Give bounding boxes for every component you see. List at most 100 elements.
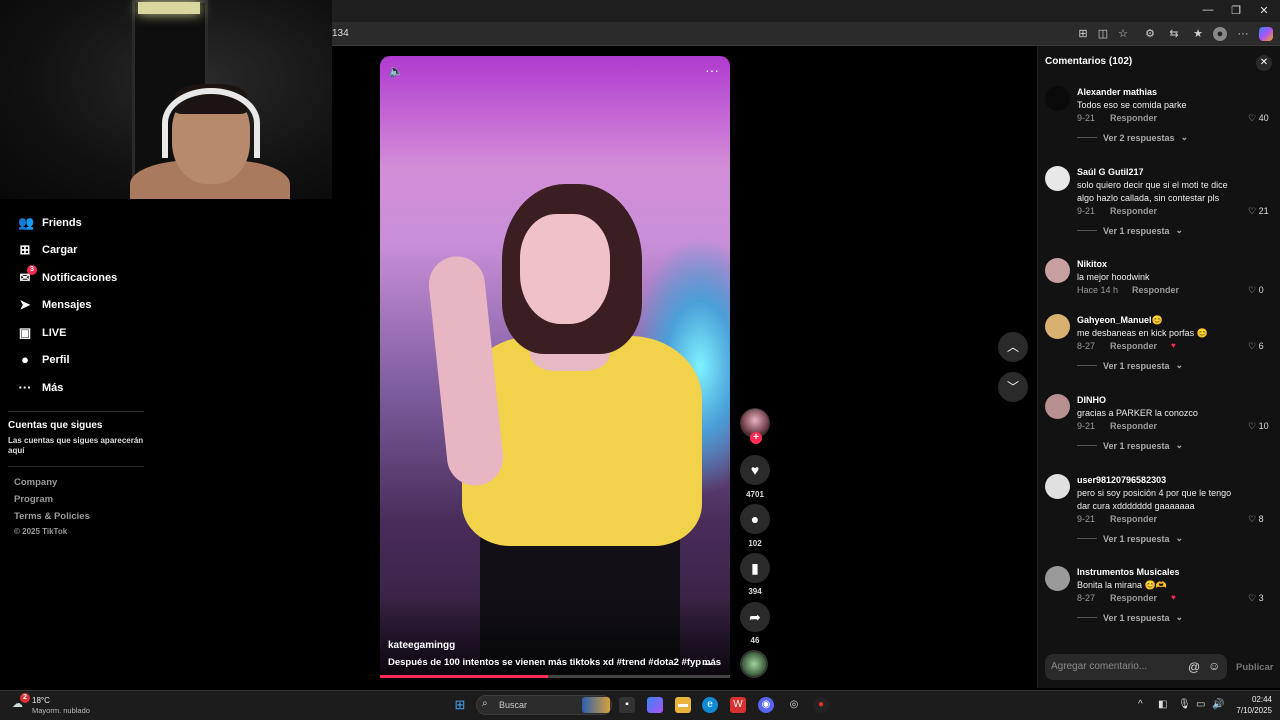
windows-start-icon[interactable]: ⊞ bbox=[452, 697, 468, 713]
favorites-icon[interactable]: ★ bbox=[1191, 27, 1205, 41]
comment-like[interactable]: ♡ 3 bbox=[1248, 593, 1278, 604]
reply-button[interactable]: Responder bbox=[1132, 285, 1179, 295]
copyright: © 2025 TikTok bbox=[14, 527, 68, 536]
comment-avatar[interactable] bbox=[1045, 394, 1070, 419]
discord-icon[interactable]: ◉ bbox=[758, 697, 774, 713]
mention-at-icon[interactable]: @ bbox=[1188, 660, 1200, 674]
sidebar-item-notificaciones[interactable]: ✉ 3 Notificaciones bbox=[18, 265, 117, 289]
comment-like[interactable]: ♡ 6 bbox=[1248, 341, 1278, 352]
comment-author[interactable]: Instrumentos Musicales bbox=[1077, 567, 1180, 577]
sidebar-item-mensajes[interactable]: ➤ Mensajes bbox=[18, 294, 92, 316]
task-view-icon[interactable]: ▪ bbox=[619, 697, 635, 713]
comment-bubble-icon[interactable]: ● bbox=[740, 504, 770, 534]
sidebar-item-cargar[interactable]: ⊞ Cargar bbox=[18, 239, 78, 261]
view-replies-toggle[interactable]: Ver 1 respuesta ⌄ bbox=[1077, 612, 1183, 623]
comment-avatar[interactable] bbox=[1045, 258, 1070, 283]
copilot-icon[interactable] bbox=[1259, 27, 1273, 41]
comment-avatar[interactable] bbox=[1045, 314, 1070, 339]
comment-author[interactable]: Alexander mathias bbox=[1077, 87, 1157, 97]
view-replies-toggle[interactable]: Ver 1 respuesta ⌄ bbox=[1077, 440, 1183, 451]
more-options-icon[interactable]: ··· bbox=[704, 62, 720, 78]
sidebar-item-m-s[interactable]: ··· Más bbox=[18, 377, 64, 399]
comment-avatar[interactable] bbox=[1045, 86, 1070, 111]
tray-app-icon[interactable]: ◧ bbox=[1158, 699, 1167, 710]
reply-button[interactable]: Responder bbox=[1110, 113, 1157, 123]
comment-text: Todos eso se comida parke bbox=[1077, 100, 1187, 110]
music-disc-icon[interactable] bbox=[740, 650, 768, 678]
caption-more-link[interactable]: más bbox=[702, 657, 721, 668]
bookmark-icon[interactable]: ▮ bbox=[740, 553, 770, 583]
previous-video-chevron-up-icon[interactable]: ︿ bbox=[998, 332, 1028, 362]
copilot-app-icon[interactable] bbox=[647, 697, 663, 713]
reply-button[interactable]: Responder bbox=[1110, 206, 1157, 216]
network-icon[interactable]: ▭ bbox=[1196, 699, 1205, 710]
sidebar-item-live[interactable]: ▣ LIVE bbox=[18, 322, 67, 344]
app-icon[interactable]: ● bbox=[813, 697, 829, 713]
view-replies-toggle[interactable]: Ver 1 respuesta ⌄ bbox=[1077, 225, 1183, 236]
clock-date[interactable]: 7/10/2025 bbox=[1222, 706, 1272, 715]
close-window-icon[interactable]: ✕ bbox=[1256, 4, 1272, 17]
video-player[interactable] bbox=[380, 56, 730, 678]
clock-time[interactable]: 02:44 bbox=[1232, 695, 1272, 704]
reply-button[interactable]: Responder bbox=[1110, 341, 1157, 351]
office-app-icon[interactable]: W bbox=[730, 697, 746, 713]
tray-chevron-up-icon[interactable]: ^ bbox=[1138, 699, 1143, 710]
file-explorer-icon[interactable]: ▬ bbox=[675, 697, 691, 713]
footer-link-program[interactable]: Program bbox=[14, 494, 53, 505]
weather-temperature[interactable]: 18°C bbox=[32, 696, 50, 705]
obs-icon[interactable]: ◎ bbox=[786, 697, 802, 713]
reply-button[interactable]: Responder bbox=[1110, 593, 1157, 603]
sidebar-item-friends[interactable]: 👥 Friends bbox=[18, 212, 82, 234]
comment-like[interactable]: ♡ 8 bbox=[1248, 514, 1278, 525]
footer-link-terms[interactable]: Terms & Policies bbox=[14, 511, 90, 522]
split-screen-icon[interactable]: ⇆ bbox=[1167, 27, 1181, 41]
reader-icon[interactable]: ◫ bbox=[1096, 27, 1110, 41]
comment-avatar[interactable] bbox=[1045, 474, 1070, 499]
comment-like[interactable]: ♡ 0 bbox=[1248, 285, 1278, 296]
comment-like-count: 21 bbox=[1258, 206, 1269, 216]
comment-like[interactable]: ♡ 21 bbox=[1248, 206, 1278, 217]
footer-link-company[interactable]: Company bbox=[14, 477, 57, 488]
minimize-icon[interactable]: — bbox=[1200, 4, 1216, 16]
view-replies-toggle[interactable]: Ver 2 respuestas ⌄ bbox=[1077, 132, 1188, 143]
comment-author[interactable]: Gahyeon_Manuel😊 bbox=[1077, 315, 1163, 326]
search-icon: ⌕ bbox=[482, 698, 488, 709]
publish-button[interactable]: Publicar bbox=[1236, 662, 1274, 673]
comment-date: 9-21 bbox=[1077, 113, 1096, 123]
video-author[interactable]: kateegamingg bbox=[388, 640, 455, 651]
browser-menu-icon[interactable]: ··· bbox=[1236, 27, 1250, 41]
follow-plus-icon[interactable]: + bbox=[750, 432, 762, 444]
reply-button[interactable]: Responder bbox=[1110, 421, 1157, 431]
share-arrow-icon[interactable]: ➦ bbox=[740, 602, 770, 632]
extensions-icon[interactable]: ⚙ bbox=[1143, 27, 1157, 41]
like-heart-icon[interactable]: ♥ bbox=[740, 455, 770, 485]
edge-browser-icon[interactable]: e bbox=[702, 697, 718, 713]
volume-icon[interactable]: 🔈 bbox=[388, 64, 404, 80]
apps-icon[interactable]: ⊞ bbox=[1076, 27, 1090, 41]
comment-like[interactable]: ♡ 40 bbox=[1248, 113, 1278, 124]
comment-author[interactable]: Saúl G Gutil217 bbox=[1077, 167, 1144, 177]
view-replies-toggle[interactable]: Ver 1 respuesta ⌄ bbox=[1077, 533, 1183, 544]
microphone-icon[interactable]: 🎙 bbox=[1178, 699, 1191, 710]
weather-description[interactable]: Mayorm. nublado bbox=[32, 706, 90, 715]
url-text[interactable]: 134 bbox=[332, 28, 349, 39]
comment-avatar[interactable] bbox=[1045, 166, 1070, 191]
sidebar-item-perfil[interactable]: ● Perfil bbox=[18, 349, 69, 371]
comment-date: 9-21 bbox=[1077, 514, 1096, 524]
emoji-icon[interactable]: ☺ bbox=[1208, 659, 1220, 673]
comment-author[interactable]: user98120796582303 bbox=[1077, 475, 1166, 485]
comment-author[interactable]: Nikitox bbox=[1077, 259, 1107, 269]
comment-date: 9-21 bbox=[1077, 206, 1096, 216]
comment-author[interactable]: DINHO bbox=[1077, 395, 1106, 405]
comment-like-count: 6 bbox=[1258, 341, 1264, 351]
reply-button[interactable]: Responder bbox=[1110, 514, 1157, 524]
close-comments-icon[interactable]: ✕ bbox=[1256, 55, 1272, 71]
comment-avatar[interactable] bbox=[1045, 566, 1070, 591]
profile-avatar-icon[interactable]: ● bbox=[1213, 27, 1227, 41]
maximize-icon[interactable]: ❐ bbox=[1228, 4, 1244, 17]
next-video-chevron-down-icon[interactable]: ﹀ bbox=[998, 372, 1028, 402]
favorite-star-icon[interactable]: ☆ bbox=[1116, 27, 1130, 41]
comment-like[interactable]: ♡ 10 bbox=[1248, 421, 1278, 432]
widgets-app-icon[interactable] bbox=[582, 697, 610, 713]
view-replies-toggle[interactable]: Ver 1 respuesta ⌄ bbox=[1077, 360, 1183, 371]
